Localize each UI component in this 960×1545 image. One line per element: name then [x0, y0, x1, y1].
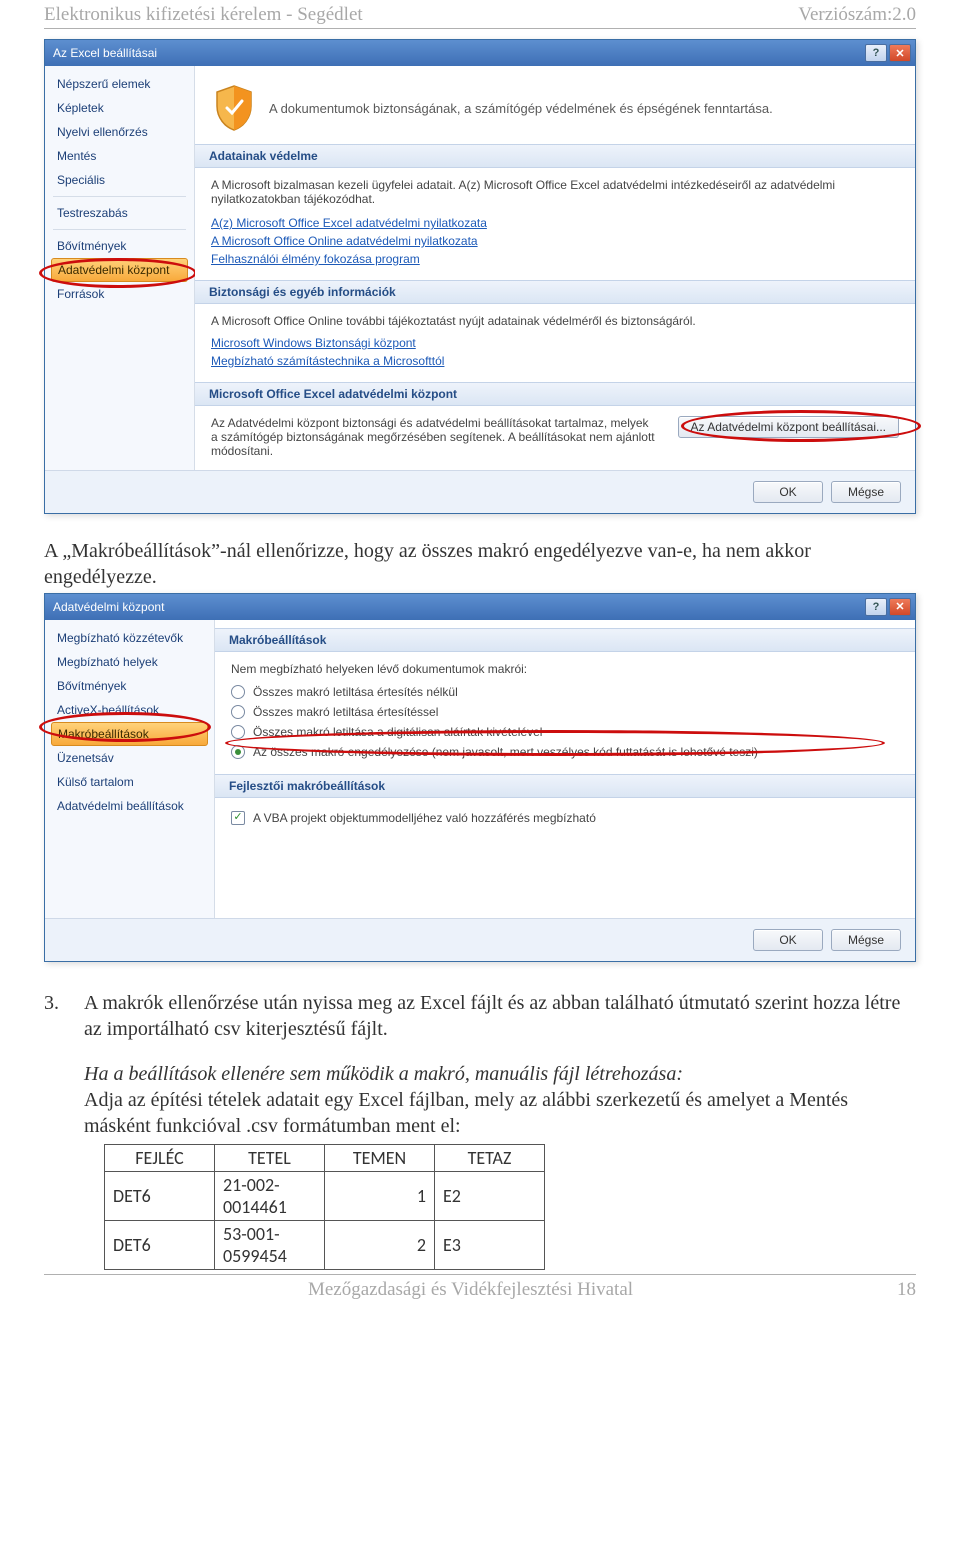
sidebar-item-activex[interactable]: ActiveX-beállítások — [45, 698, 214, 722]
radio-label: Összes makró letiltása értesítéssel — [253, 705, 438, 719]
titlebar[interactable]: Az Excel beállításai ? ✕ — [45, 40, 915, 66]
cell-tetaz: E2 — [435, 1171, 545, 1220]
cell-fejlec: DET6 — [105, 1220, 215, 1269]
table-header-row: FEJLÉC TETEL TEMEN TETAZ — [105, 1144, 545, 1171]
help-button[interactable]: ? — [865, 598, 887, 616]
section-head-security: Biztonsági és egyéb információk — [195, 280, 915, 304]
instruction-paragraph-3: A makrók ellenőrzése után nyissa meg az … — [84, 990, 916, 1043]
header-left: Elektronikus kifizetési kérelem - Segédl… — [44, 4, 363, 26]
section-head-macro: Makróbeállítások — [215, 628, 915, 652]
dialog-footer: OK Mégse — [45, 470, 915, 513]
radio-disable-except-signed[interactable]: Összes makró letiltása a digitálisan alá… — [231, 722, 899, 742]
sidebar-item-macro-settings[interactable]: Makróbeállítások — [51, 722, 208, 746]
checkbox-icon — [231, 811, 245, 825]
radio-icon — [231, 705, 245, 719]
cancel-button[interactable]: Mégse — [831, 481, 901, 503]
checkbox-label: A VBA projekt objektummodelljéhez való h… — [253, 811, 596, 825]
radio-label: Az összes makró engedélyezése (nem javas… — [253, 745, 758, 759]
link-win-security[interactable]: Microsoft Windows Biztonsági központ — [211, 334, 416, 352]
checkbox-vba-trust[interactable]: A VBA projekt objektummodelljéhez való h… — [231, 808, 899, 828]
manual-file-heading: Ha a beállítások ellenére sem működik a … — [84, 1063, 683, 1085]
section-head-dev-macro: Fejlesztői makróbeállítások — [215, 774, 915, 798]
sidebar-item-customize[interactable]: Testreszabás — [45, 201, 194, 225]
th-tetel: TETEL — [215, 1144, 325, 1171]
sidebar-item-publishers[interactable]: Megbízható közzétevők — [45, 626, 214, 650]
link-ceip[interactable]: Felhasználói élmény fokozása program — [211, 250, 420, 268]
section-head-trust-center: Microsoft Office Excel adatvédelmi közpo… — [195, 382, 915, 406]
help-button[interactable]: ? — [865, 44, 887, 62]
dialog-footer: OK Mégse — [45, 918, 915, 961]
radio-enable-all[interactable]: Az összes makró engedélyezése (nem javas… — [231, 742, 899, 762]
footer-center: Mezőgazdasági és Vidékfejlesztési Hivata… — [44, 1279, 897, 1301]
table-row: DET6 53-001-0599454 2 E3 — [105, 1220, 545, 1269]
window-title: Az Excel beállításai — [53, 46, 157, 60]
ok-button[interactable]: OK — [753, 481, 823, 503]
sidebar-item-formulas[interactable]: Képletek — [45, 96, 194, 120]
trust-sidebar: Megbízható közzétevők Megbízható helyek … — [45, 620, 215, 918]
cancel-button[interactable]: Mégse — [831, 929, 901, 951]
radio-label: Összes makró letiltása a digitálisan alá… — [253, 725, 542, 739]
close-button[interactable]: ✕ — [889, 598, 911, 616]
header-right: Verziószám:2.0 — [798, 4, 916, 26]
cell-temen: 1 — [325, 1171, 435, 1220]
cell-temen: 2 — [325, 1220, 435, 1269]
manual-file-body: Adja az építési tételek adatait egy Exce… — [84, 1089, 848, 1137]
sidebar-item-popular[interactable]: Népszerű elemek — [45, 72, 194, 96]
sidebar-item-proofing[interactable]: Nyelvi ellenőrzés — [45, 120, 194, 144]
shield-icon — [213, 84, 255, 132]
radio-disable-notify[interactable]: Összes makró letiltása értesítéssel — [231, 702, 899, 722]
sidebar-item-addins[interactable]: Bővítmények — [45, 234, 194, 258]
th-fejlec: FEJLÉC — [105, 1144, 215, 1171]
excel-options-dialog: Az Excel beállításai ? ✕ Népszerű elemek… — [44, 39, 916, 514]
titlebar[interactable]: Adatvédelmi központ ? ✕ — [45, 594, 915, 620]
radio-icon — [231, 725, 245, 739]
sidebar-item-external[interactable]: Külső tartalom — [45, 770, 214, 794]
radio-icon — [231, 685, 245, 699]
trust-main: Makróbeállítások Nem megbízható helyeken… — [215, 620, 915, 918]
trust-center-body: Az Adatvédelmi központ biztonsági és ada… — [211, 416, 658, 458]
cell-tetaz: E3 — [435, 1220, 545, 1269]
link-office-online-privacy[interactable]: A Microsoft Office Online adatvédelmi ny… — [211, 232, 478, 250]
cell-fejlec: DET6 — [105, 1171, 215, 1220]
link-trustworthy[interactable]: Megbízható számítástechnika a Microsoftt… — [211, 352, 444, 370]
ok-button[interactable]: OK — [753, 929, 823, 951]
step-number-3: 3. — [44, 990, 74, 1043]
radio-disable-no-notify[interactable]: Összes makró letiltása értesítés nélkül — [231, 682, 899, 702]
close-button[interactable]: ✕ — [889, 44, 911, 62]
trust-center-dialog: Adatvédelmi központ ? ✕ Megbízható közzé… — [44, 593, 916, 962]
sidebar-item-message-bar[interactable]: Üzenetsáv — [45, 746, 214, 770]
security-body: A Microsoft Office Online további tájéko… — [211, 314, 899, 328]
sidebar-item-resources[interactable]: Források — [45, 282, 194, 306]
sidebar-item-addins[interactable]: Bővítmények — [45, 674, 214, 698]
sidebar-item-trust-center[interactable]: Adatvédelmi központ — [51, 258, 188, 282]
sidebar-item-locations[interactable]: Megbízható helyek — [45, 650, 214, 674]
radio-icon — [231, 745, 245, 759]
page-header: Elektronikus kifizetési kérelem - Segédl… — [44, 0, 916, 29]
section-head-privacy: Adatainak védelme — [195, 144, 915, 168]
cell-tetel: 53-001-0599454 — [215, 1220, 325, 1269]
window-title: Adatvédelmi központ — [53, 600, 164, 614]
sidebar-item-advanced[interactable]: Speciális — [45, 168, 194, 192]
privacy-body: A Microsoft bizalmasan kezeli ügyfelei a… — [211, 178, 899, 206]
footer-page-number: 18 — [897, 1279, 916, 1301]
macro-intro: Nem megbízható helyeken lévő dokumentumo… — [231, 662, 899, 676]
instruction-paragraph-1: A „Makróbeállítások”-nál ellenőrizze, ho… — [44, 538, 916, 591]
table-row: DET6 21-002-0014461 1 E2 — [105, 1171, 545, 1220]
options-sidebar: Népszerű elemek Képletek Nyelvi ellenőrz… — [45, 66, 195, 470]
th-tetaz: TETAZ — [435, 1144, 545, 1171]
radio-label: Összes makró letiltása értesítés nélkül — [253, 685, 458, 699]
cell-tetel: 21-002-0014461 — [215, 1171, 325, 1220]
th-temen: TEMEN — [325, 1144, 435, 1171]
link-excel-privacy[interactable]: A(z) Microsoft Office Excel adatvédelmi … — [211, 214, 487, 232]
sidebar-item-privacy[interactable]: Adatvédelmi beállítások — [45, 794, 214, 818]
options-main: A dokumentumok biztonságának, a számítóg… — [195, 66, 915, 470]
trust-center-settings-button[interactable]: Az Adatvédelmi központ beállításai... — [678, 416, 899, 438]
page-footer: Mezőgazdasági és Vidékfejlesztési Hivata… — [44, 1274, 916, 1311]
csv-table: FEJLÉC TETEL TEMEN TETAZ DET6 21-002-001… — [104, 1144, 545, 1270]
sidebar-item-save[interactable]: Mentés — [45, 144, 194, 168]
banner-text: A dokumentumok biztonságának, a számítóg… — [269, 101, 773, 116]
